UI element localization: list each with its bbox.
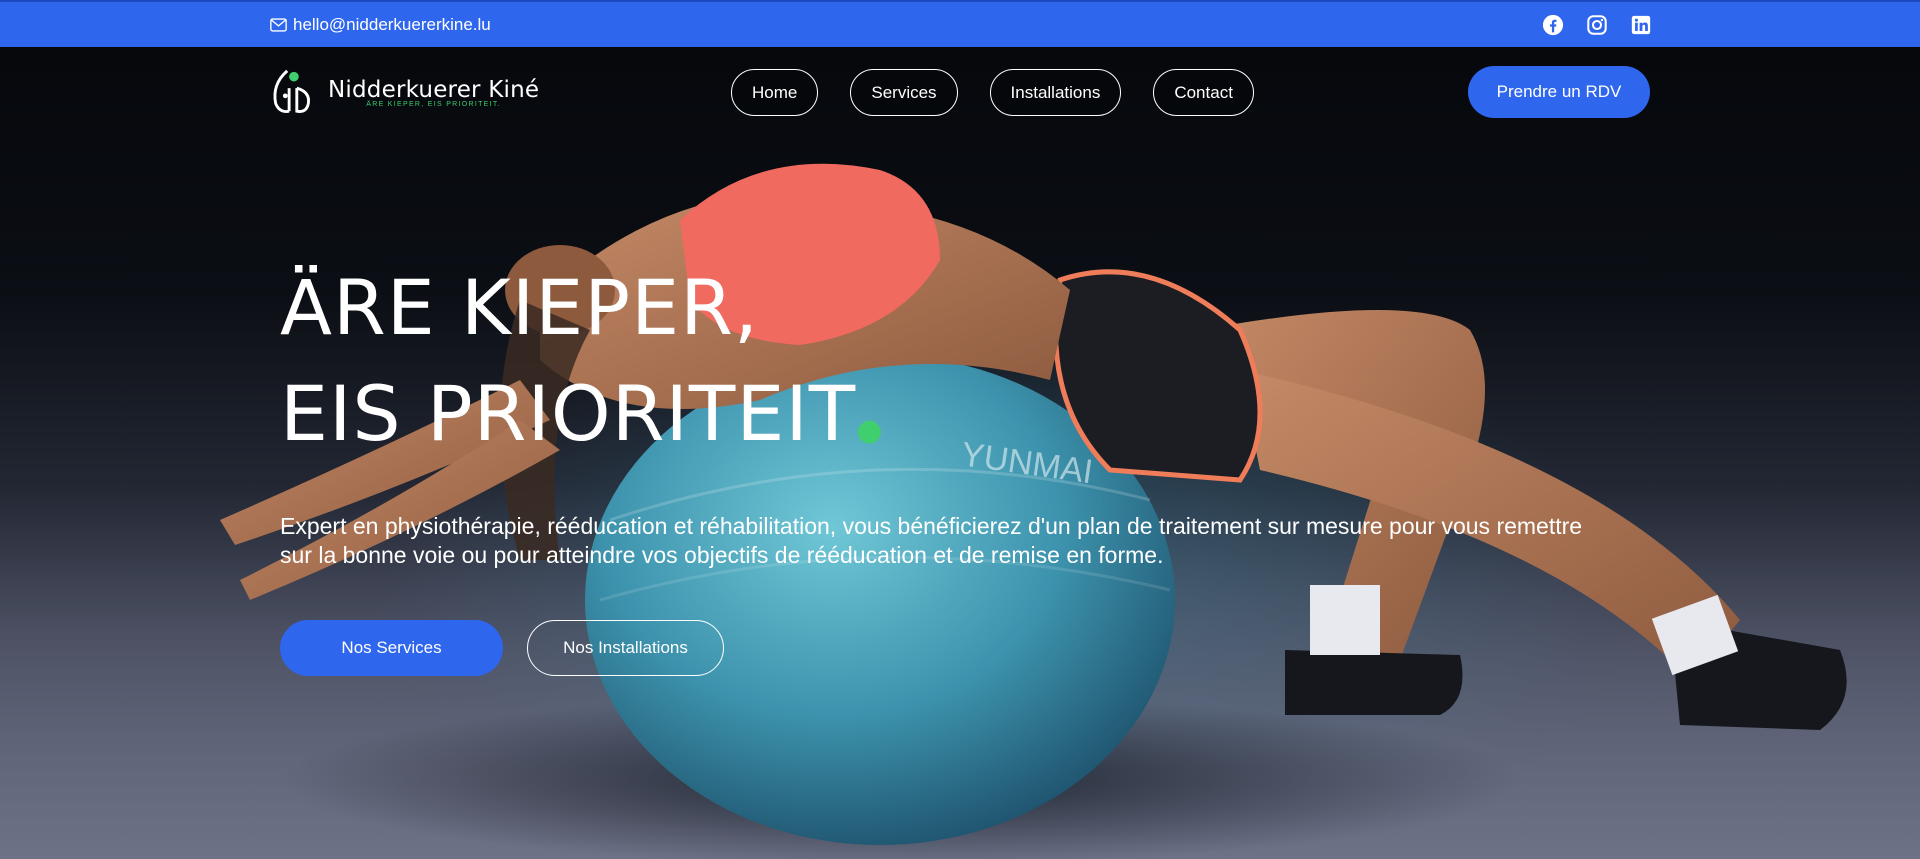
- site-logo[interactable]: Nidderkuerer Kiné ÄRE KIEPER, EIS PRIORI…: [268, 67, 539, 117]
- book-appointment-button[interactable]: Prendre un RDV: [1468, 66, 1650, 118]
- envelope-icon: [270, 18, 287, 32]
- email-text: hello@nidderkuererkine.lu: [293, 15, 491, 34]
- logo-text: Nidderkuerer Kiné ÄRE KIEPER, EIS PRIORI…: [328, 77, 539, 108]
- hero-description: Expert en physiothérapie, rééducation et…: [280, 513, 1583, 568]
- logo-mark-icon: [273, 69, 310, 113]
- instagram-icon[interactable]: [1586, 14, 1608, 36]
- nav-contact[interactable]: Contact: [1153, 69, 1254, 116]
- main-nav: Home Services Installations Contact: [731, 69, 1254, 116]
- top-bar: hello@nidderkuererkine.lu: [0, 0, 1920, 47]
- logo-name: Nidderkuerer Kiné: [328, 76, 540, 103]
- our-services-button[interactable]: Nos Services: [280, 620, 503, 676]
- linkedin-icon[interactable]: [1630, 14, 1652, 36]
- email-link[interactable]: hello@nidderkuererkine.lu: [270, 15, 491, 35]
- our-installations-button[interactable]: Nos Installations: [527, 620, 724, 676]
- facebook-icon[interactable]: [1542, 14, 1564, 36]
- nav-home[interactable]: Home: [731, 69, 819, 116]
- hero-headline: ÄRE KIEPER, EIS PRIORITEIT●: [280, 255, 883, 484]
- social-links: [1542, 14, 1652, 36]
- nav-installations[interactable]: Installations: [989, 69, 1122, 116]
- nav-services[interactable]: Services: [850, 69, 958, 116]
- headline-line-2: EIS PRIORITEIT: [280, 369, 857, 458]
- headline-line-1: ÄRE KIEPER,: [280, 263, 760, 352]
- headline-green-dot: ●: [856, 413, 884, 448]
